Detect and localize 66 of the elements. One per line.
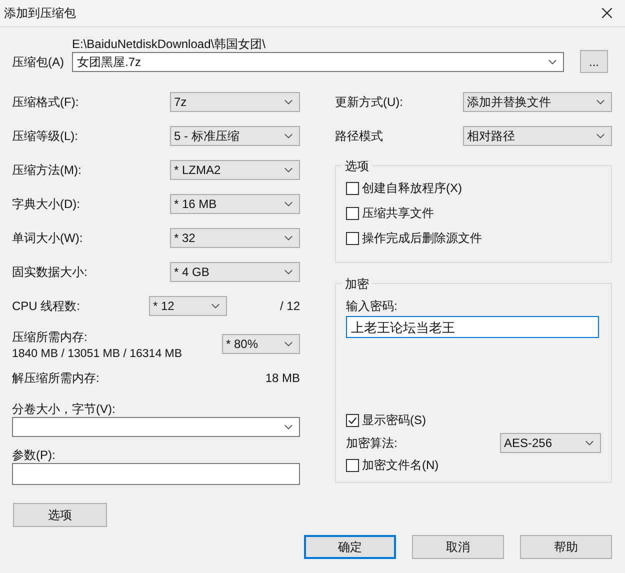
field-label: 路径模式 — [335, 128, 383, 144]
field-label: 压缩等级(L): — [12, 128, 78, 144]
field-label: 固实数据大小: — [12, 264, 88, 280]
checkbox-label: 压缩共享文件 — [362, 205, 434, 222]
chevron-icon — [284, 269, 293, 275]
window-title: 添加到压缩包 — [4, 4, 76, 22]
field-label: 解压缩所需内存: — [12, 370, 100, 386]
archive-name-combobox[interactable]: 女团黑屋.7z — [72, 52, 564, 72]
dropdown[interactable]: * 12 — [148, 296, 227, 316]
checkbox-label: 显示密码(S) — [362, 412, 426, 429]
memory-usage: 18 MB — [265, 371, 300, 385]
close-icon[interactable] — [602, 8, 612, 18]
chevron-icon — [596, 133, 605, 139]
dropdown[interactable]: AES-256 — [500, 433, 601, 453]
chevron-icon — [284, 424, 293, 430]
chevron-icon — [284, 99, 293, 105]
thread-count: / 12 — [280, 299, 300, 313]
field-label: 单词大小(W): — [12, 230, 83, 246]
chevron-icon — [210, 303, 220, 309]
chevron-icon — [284, 201, 293, 207]
checkbox-label: 操作完成后删除源文件 — [362, 230, 482, 247]
field-label: 压缩方法(M): — [12, 162, 82, 178]
browse-button[interactable]: ... — [580, 50, 608, 73]
dropdown[interactable]: 相对路径 — [463, 126, 612, 146]
field-label: 字典大小(D): — [12, 196, 80, 212]
dialog-button[interactable]: 取消 — [412, 535, 504, 559]
checkbox[interactable] — [346, 459, 359, 472]
field-label: 分卷大小，字节(V): — [12, 401, 116, 417]
field-label: 压缩包(A) — [12, 54, 65, 71]
chevron-icon — [284, 167, 293, 173]
checkbox[interactable] — [346, 232, 359, 245]
dropdown[interactable]: 添加并替换文件 — [463, 92, 612, 112]
checkbox-label: 创建自释放程序(X) — [362, 180, 462, 197]
path-text: E:\BaiduNetdiskDownload\韩国女团\ — [72, 37, 266, 52]
dropdown[interactable]: * LZMA2 — [170, 160, 300, 180]
checkbox[interactable] — [346, 207, 359, 220]
chevron-icon — [585, 440, 594, 446]
chevron-icon — [284, 235, 293, 241]
password-field[interactable]: 上老王论坛当老王 — [346, 316, 599, 338]
dropdown[interactable]: 7z — [170, 92, 300, 112]
checkbox[interactable] — [346, 182, 359, 195]
dropdown[interactable]: * 80% — [222, 334, 300, 354]
dialog-button[interactable]: 帮助 — [520, 535, 612, 559]
checkbox-label: 加密文件名(N) — [362, 457, 439, 474]
field-label: 更新方式(U): — [335, 94, 403, 110]
dropdown[interactable]: * 4 GB — [170, 262, 300, 282]
chevron-icon — [284, 341, 293, 347]
dropdown[interactable]: * 32 — [170, 228, 300, 248]
dropdown[interactable]: 5 - 标准压缩 — [170, 126, 300, 146]
dropdown[interactable]: * 16 MB — [170, 194, 300, 214]
chevron-icon — [284, 133, 293, 139]
dropdown[interactable] — [12, 417, 300, 437]
chevron-icon — [548, 59, 557, 65]
field-label: 加密算法: — [346, 434, 398, 452]
options-button[interactable]: 选项 — [13, 503, 107, 527]
field-label: 压缩格式(F): — [12, 94, 79, 110]
checkbox[interactable] — [346, 414, 359, 427]
field-label: 参数(P): — [12, 447, 56, 463]
field-label: 输入密码: — [346, 298, 398, 315]
field-label: CPU 线程数: — [12, 298, 80, 314]
group-title: 选项 — [342, 158, 372, 175]
input-field[interactable] — [12, 463, 300, 485]
chevron-icon — [596, 99, 605, 105]
dialog-button[interactable]: 确定 — [304, 535, 396, 559]
memory-usage: 1840 MB / 13051 MB / 16314 MB — [12, 348, 182, 360]
field-label: 压缩所需内存: — [12, 328, 88, 346]
